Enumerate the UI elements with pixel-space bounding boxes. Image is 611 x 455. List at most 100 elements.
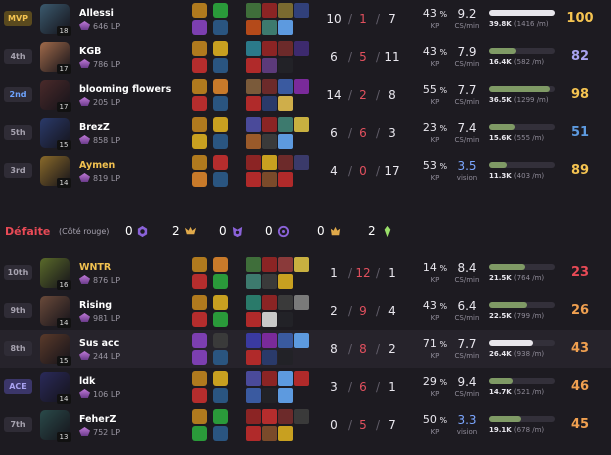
player-row[interactable]: 10th 16 WNTR 876 LP 1/12/1 14 % KP 8.4 CS/min 21.… [0, 254, 611, 292]
item-icon [246, 371, 261, 386]
damage-bar [489, 264, 555, 270]
item-icon [262, 350, 277, 365]
kills-value: 6 [330, 126, 338, 140]
champion-level: 15 [57, 140, 71, 150]
kills-value: 2 [330, 304, 338, 318]
player-name[interactable]: ldk [79, 376, 95, 387]
kill-participation: 43 % [422, 45, 448, 58]
placement-badge: 9th [4, 303, 32, 318]
assists-value: 3 [388, 126, 396, 140]
player-name[interactable]: Allessi [79, 8, 114, 19]
item-icon [278, 41, 293, 56]
player-name[interactable]: KGB [79, 46, 101, 57]
player-name[interactable]: FeherZ [79, 414, 116, 425]
player-row[interactable]: 7th 13 FeherZ 752 LP 0 / 5 / 7 50 % KP 3.3 vision 19.… [0, 406, 611, 444]
cs-per-min-value: 7.9 [457, 45, 477, 59]
item-icon [262, 20, 277, 35]
player-rank-lp: 876 LP [79, 275, 120, 285]
rune-icon [213, 3, 228, 18]
item-icon [262, 274, 277, 289]
damage-bar-fill [489, 416, 521, 422]
player-name[interactable]: Sus acc [79, 338, 119, 349]
kda-separator: / [348, 50, 353, 64]
item-icon [278, 312, 293, 327]
item-icon [262, 96, 277, 111]
performance-score: 26 [570, 303, 590, 318]
player-row[interactable]: ACE 14 ldk 106 LP 3 / 6 / 1 29 % KP 9.4 CS/min 14.7K … [0, 368, 611, 406]
kill-participation: 55 % [422, 83, 448, 96]
summoner-spell-icon [192, 96, 207, 111]
player-row[interactable]: 9th 14 Rising 981 LP 2 / 9 / 4 43 % KP 6.4 CS/min 22.… [0, 292, 611, 330]
rank-emblem-icon [79, 135, 90, 144]
player-name[interactable]: Aymen [79, 160, 115, 171]
damage-bar [489, 124, 555, 130]
player-rank-lp: 858 LP [79, 135, 120, 145]
player-name[interactable]: blooming flowers [79, 84, 171, 95]
deaths-value: 2 [359, 88, 367, 102]
summoner-spell-icon [192, 134, 207, 149]
player-name[interactable]: WNTR [79, 262, 111, 273]
item-icon [262, 79, 277, 94]
cs-per-min-value: 9.4 [457, 375, 477, 389]
placement-badge: MVP [4, 11, 32, 26]
deaths-value: 12 [355, 266, 371, 280]
kills-value: 3 [330, 380, 338, 394]
item-icon [246, 426, 261, 441]
summoner-spell-icon [192, 172, 207, 187]
summoner-spell-icon [192, 41, 207, 56]
rune-icon [213, 41, 228, 56]
performance-score: 23 [570, 265, 590, 280]
baron-icon [137, 225, 148, 238]
player-row[interactable]: 3rd 14 Aymen 819 LP 4/0/17 53 % KP 3.5 vision 11.… [0, 152, 611, 190]
player-name[interactable]: BrezZ [79, 122, 110, 133]
item-icon [278, 96, 293, 111]
item-icon [294, 333, 309, 348]
rune-icon [213, 333, 228, 348]
kda-separator: / [348, 126, 353, 140]
player-name[interactable]: Rising [79, 300, 112, 311]
player-row[interactable]: MVP 18 Allessi 646 LP 10 / 1 / 7 43 % KP 9.2 CS/min 3… [0, 0, 611, 38]
summoner-spell-icon [192, 312, 207, 327]
damage-bar-fill [489, 48, 517, 54]
kills-value: 1 [330, 266, 338, 280]
kill-participation: 29 % [422, 375, 448, 388]
rank-emblem-icon [79, 21, 90, 30]
player-row[interactable]: 8th 15 Sus acc 244 LP 8 / 8 / 2 71 % KP 7.7 CS/min 26… [0, 330, 611, 368]
performance-score: 82 [570, 49, 590, 64]
assists-value: 1 [388, 266, 396, 280]
kp-label: KP [430, 314, 440, 322]
player-rank-lp: 646 LP [79, 21, 120, 31]
damage-bar [489, 340, 555, 346]
kill-participation: 43 % [422, 299, 448, 312]
item-icon [246, 274, 261, 289]
item-icon [278, 295, 293, 310]
item-icon [246, 117, 261, 132]
rune-icon [213, 350, 228, 365]
cs-label: CS/min [454, 314, 480, 322]
rune-icon [213, 58, 228, 73]
summoner-spell-icon [192, 388, 207, 403]
item-icon [262, 134, 277, 149]
item-icon [246, 41, 261, 56]
player-row[interactable]: 5th 15 BrezZ 858 LP 6 / 6 / 3 23 % KP 7.4 CS/min 15.6… [0, 114, 611, 152]
cs-label: CS/min [454, 352, 480, 360]
damage-bar-fill [489, 340, 533, 346]
team-red-header: Défaite (Côté rouge) 0 2 0 0 0 2 [0, 216, 611, 248]
player-rank-lp: 786 LP [79, 59, 120, 69]
rune-icon [213, 155, 228, 170]
rank-emblem-icon [79, 389, 90, 398]
rune-icon [213, 96, 228, 111]
deaths-value: 8 [359, 342, 367, 356]
damage-bar-fill [489, 302, 527, 308]
deaths-value: 1 [359, 12, 367, 26]
item-icon [262, 295, 277, 310]
player-row[interactable]: 2nd 17 blooming flowers 205 LP 14 / 2 / 8 55 % KP 7… [0, 76, 611, 114]
damage-bar [489, 378, 555, 384]
item-icon [278, 350, 293, 365]
summoner-spell-icon [192, 371, 207, 386]
player-row[interactable]: 4th 17 KGB 786 LP 6/5/11 43 % KP 7.9 CS/min 16.4K… [0, 38, 611, 76]
item-icon [278, 20, 293, 35]
kda-separator: / [376, 126, 381, 140]
rune-icon [213, 388, 228, 403]
item-icon [278, 79, 293, 94]
